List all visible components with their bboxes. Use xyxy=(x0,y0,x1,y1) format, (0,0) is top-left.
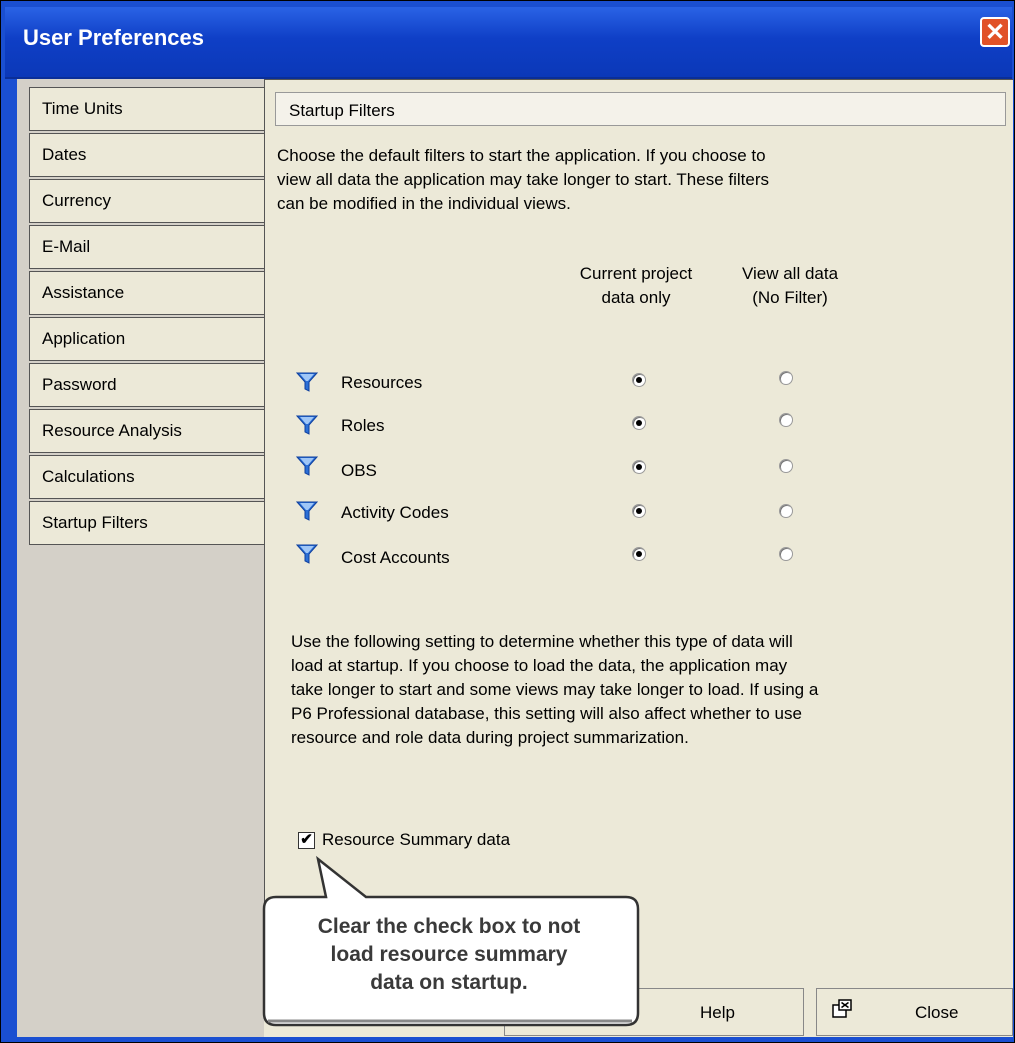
activity-codes-all-radio[interactable] xyxy=(779,504,793,518)
tab-application[interactable]: Application xyxy=(29,317,265,361)
description-line: Use the following setting to determine w… xyxy=(291,632,793,651)
help-button-label: Help xyxy=(700,1003,735,1022)
description-line: P6 Professional database, this setting w… xyxy=(291,704,802,723)
description-line: take longer to start and some views may … xyxy=(291,680,819,699)
tab-assistance[interactable]: Assistance xyxy=(29,271,265,315)
user-preferences-window: User Preferences ✕ Time Units Dates Curr… xyxy=(0,0,1015,1043)
roles-all-radio[interactable] xyxy=(779,413,793,427)
close-dialog-icon xyxy=(832,999,852,1018)
filter-label-cost-accounts: Cost Accounts xyxy=(341,548,450,567)
title-bar[interactable]: User Preferences ✕ xyxy=(5,7,1012,79)
filter-icon xyxy=(295,415,319,435)
filter-label-activity-codes: Activity Codes xyxy=(341,503,449,522)
filter-icon xyxy=(295,372,319,392)
filter-label-obs: OBS xyxy=(341,461,377,480)
filter-icon xyxy=(295,544,319,564)
tab-password[interactable]: Password xyxy=(29,363,265,407)
intro-line: view all data the application may take l… xyxy=(277,170,769,189)
resources-current-radio[interactable] xyxy=(632,373,646,387)
intro-text: Choose the default filters to start the … xyxy=(277,144,917,216)
close-window-button[interactable]: ✕ xyxy=(980,17,1010,47)
intro-line: Choose the default filters to start the … xyxy=(277,146,766,165)
roles-current-radio[interactable] xyxy=(632,416,646,430)
load-data-description: Use the following setting to determine w… xyxy=(291,630,951,750)
tab-resource-analysis[interactable]: Resource Analysis xyxy=(29,409,265,453)
activity-codes-current-radio[interactable] xyxy=(632,504,646,518)
tab-calculations[interactable]: Calculations xyxy=(29,455,265,499)
resource-summary-label[interactable]: Resource Summary data xyxy=(322,830,510,850)
callout-text: Clear the check box to not load resource… xyxy=(269,913,629,997)
column-header-all: View all data (No Filter) xyxy=(720,262,860,310)
resource-summary-checkbox[interactable]: ✔ xyxy=(298,832,315,849)
panel-header: Startup Filters xyxy=(275,92,1006,126)
filter-label-resources: Resources xyxy=(341,373,423,392)
close-button[interactable]: Close xyxy=(816,988,1013,1036)
obs-all-radio[interactable] xyxy=(779,459,793,473)
callout-line: load resource summary xyxy=(330,943,568,966)
cost-accounts-current-radio[interactable] xyxy=(632,547,646,561)
obs-current-radio[interactable] xyxy=(632,460,646,474)
window-title: User Preferences xyxy=(23,25,205,50)
tab-e-mail[interactable]: E-Mail xyxy=(29,225,265,269)
description-line: load at startup. If you choose to load t… xyxy=(291,656,788,675)
description-line: resource and role data during project su… xyxy=(291,728,689,747)
callout-line: Clear the check box to not xyxy=(317,915,581,938)
column-header-line: (No Filter) xyxy=(752,288,828,307)
column-header-line: Current project xyxy=(579,264,693,283)
preferences-tab-list: Time Units Dates Currency E-Mail Assista… xyxy=(17,79,267,1037)
column-header-current: Current project data only xyxy=(561,262,711,310)
resources-all-radio[interactable] xyxy=(779,371,793,385)
close-button-label: Close xyxy=(915,1003,959,1022)
tab-currency[interactable]: Currency xyxy=(29,179,265,223)
filter-label-roles: Roles xyxy=(341,416,385,435)
column-header-line: data only xyxy=(601,288,671,307)
column-header-line: View all data xyxy=(741,264,839,283)
tab-startup-filters[interactable]: Startup Filters xyxy=(29,501,267,545)
callout-line: data on startup. xyxy=(370,971,528,994)
tab-dates[interactable]: Dates xyxy=(29,133,265,177)
filter-icon xyxy=(295,456,319,476)
cost-accounts-all-radio[interactable] xyxy=(779,547,793,561)
filter-icon xyxy=(295,501,319,521)
tab-time-units[interactable]: Time Units xyxy=(29,87,265,131)
intro-line: can be modified in the individual views. xyxy=(277,194,571,213)
